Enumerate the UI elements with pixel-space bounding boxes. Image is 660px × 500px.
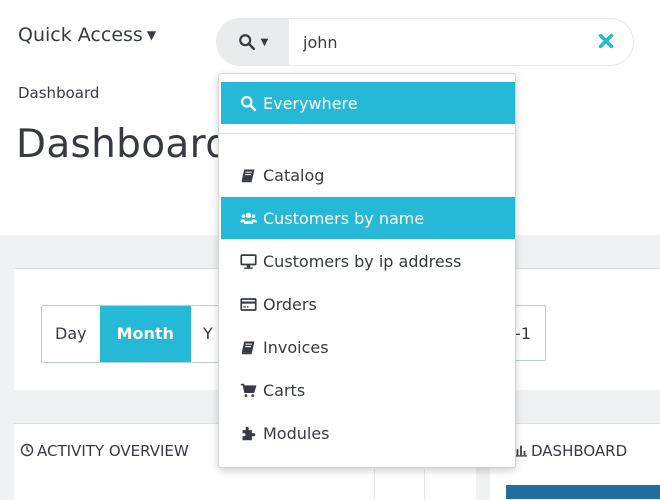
menu-item-label: Everywhere: [263, 93, 358, 113]
book-icon: [241, 341, 254, 354]
menu-divider: [219, 133, 515, 134]
dashboard-label: DASHBOARD: [531, 442, 628, 460]
panel-divider: [424, 469, 425, 500]
bar-chart-icon: [514, 445, 528, 457]
caret-down-icon: ▼: [146, 28, 157, 42]
clear-search-icon[interactable]: [597, 32, 615, 50]
puzzle-icon: [242, 426, 255, 440]
page-title: Dashboard: [16, 122, 231, 167]
caret-down-icon: ▼: [260, 36, 269, 48]
dashboard-heading: DASHBOARD: [514, 442, 627, 460]
book-icon: [241, 169, 254, 182]
period-selector: Day Month Y: [41, 305, 224, 363]
menu-item-label: Catalog: [263, 165, 325, 185]
menu-item-catalog[interactable]: Catalog: [221, 154, 515, 196]
users-icon: [239, 212, 257, 224]
cart-icon: [240, 383, 256, 397]
period-day-button[interactable]: Day: [42, 306, 100, 362]
menu-item-invoices[interactable]: Invoices: [221, 326, 515, 368]
search-scope-toggle[interactable]: ▼: [217, 19, 289, 65]
search-icon: [240, 95, 256, 111]
activity-overview-heading: ACTIVITY OVERVIEW: [20, 442, 189, 460]
breadcrumb[interactable]: Dashboard: [18, 84, 99, 102]
menu-item-label: Customers by name: [263, 208, 425, 228]
menu-item-label: Modules: [263, 423, 330, 443]
search-input[interactable]: [303, 19, 583, 65]
menu-item-label: Customers by ip address: [263, 251, 462, 271]
menu-item-everywhere[interactable]: Everywhere: [221, 82, 515, 124]
clock-icon: [20, 443, 34, 457]
period-month-button[interactable]: Month: [99, 306, 191, 362]
menu-item-customers-by-name[interactable]: Customers by name: [221, 197, 515, 239]
panel-divider: [374, 469, 375, 500]
search-scope-menu: Everywhere Catalog Customers by name Cus…: [218, 73, 516, 468]
menu-item-customers-by-ip[interactable]: Customers by ip address: [221, 240, 515, 282]
search-icon: [238, 34, 255, 51]
desktop-icon: [239, 253, 257, 269]
menu-item-label: Carts: [263, 380, 306, 400]
credit-card-icon: [239, 297, 257, 311]
quick-access-label: Quick Access: [18, 24, 143, 46]
menu-item-label: Invoices: [263, 337, 329, 357]
menu-item-orders[interactable]: Orders: [221, 283, 515, 325]
activity-overview-label: ACTIVITY OVERVIEW: [37, 442, 189, 460]
dashboard-action-button[interactable]: [506, 485, 660, 499]
quick-access-dropdown[interactable]: Quick Access ▼: [18, 24, 156, 46]
menu-item-modules[interactable]: Modules: [221, 412, 515, 454]
search-bar: ▼: [216, 18, 634, 66]
menu-item-label: Orders: [263, 294, 317, 314]
menu-item-carts[interactable]: Carts: [221, 369, 515, 411]
